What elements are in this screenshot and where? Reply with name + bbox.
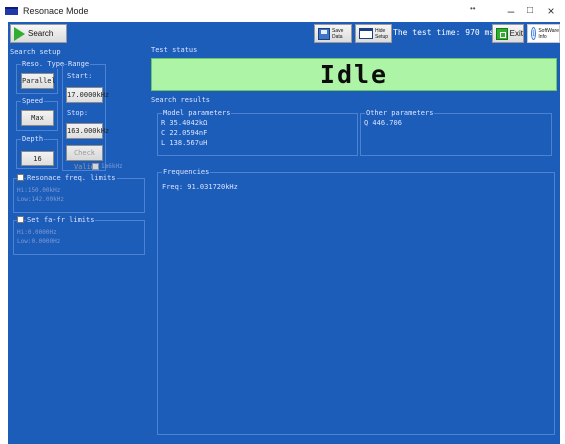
save-label-2: Data <box>332 33 343 40</box>
sub-checkbox[interactable] <box>92 163 99 170</box>
fafr-limits-hi: Hi:0.0000Hz <box>17 229 57 236</box>
test-time-label: The test time: 970 ms <box>393 28 495 37</box>
fafr-limits-label: Set fa-fr limits <box>26 215 96 225</box>
main-panel: Search setup Reso. Type Parallel Range S… <box>8 45 560 444</box>
range-title: Range <box>67 59 91 69</box>
reso-limits-checkbox[interactable] <box>17 174 24 181</box>
start-input[interactable]: 17.0000kHz <box>66 87 109 103</box>
toolbar: Search Save Data Hide Setup The test time:… <box>8 22 560 45</box>
fafr-limits-group: Set fa-fr limits Hi:0.0000Hz Low:0.0000H… <box>13 215 145 255</box>
info-icon: i <box>531 27 537 40</box>
info-label-2: Info <box>538 33 547 40</box>
capacitance-value: C 22.0594nF <box>161 129 208 137</box>
search-button-label: Search <box>28 29 54 38</box>
save-icon <box>318 27 330 40</box>
model-parameters-group: Model parameters R 35.4042kΩ C 22.0594nF… <box>157 108 358 156</box>
frequencies-group: Frequencies Freq: 91.031720kHz <box>157 167 555 435</box>
resistance-value: R 35.4042kΩ <box>161 119 208 127</box>
search-setup-title: Search setup <box>9 47 62 57</box>
play-icon <box>14 26 25 41</box>
q-value: Q 446.706 <box>364 119 402 127</box>
sub-checkbox-label: 1m6kHz <box>101 163 123 170</box>
depth-title: Depth <box>21 134 45 144</box>
software-info-button[interactable]: i SoftWare Info <box>527 24 560 43</box>
check-valid-button[interactable]: Check Valid <box>66 145 103 171</box>
stop-input[interactable]: 163.000kHz <box>66 123 109 139</box>
other-parameters-title: Other parameters <box>365 108 435 118</box>
reso-limits-low: Low:142.00kHz <box>17 196 64 203</box>
inductance-value: L 138.567uH <box>161 139 208 147</box>
depth-input[interactable]: 16 <box>21 151 54 166</box>
speed-group: Speed Max <box>16 96 58 131</box>
speed-title: Speed <box>21 96 45 106</box>
model-parameters-title: Model parameters <box>162 108 232 118</box>
status-display: Idle <box>151 58 557 91</box>
maximize-button[interactable]: □ <box>522 3 538 19</box>
hide-icon <box>359 28 373 39</box>
more-icon[interactable]: •• <box>470 4 476 13</box>
reso-limits-group: Resonace freq. limits Hi:150.00kHz Low:1… <box>13 173 145 213</box>
hide-label-2: Setup <box>375 33 389 40</box>
window-title: Resonace Mode <box>23 6 89 16</box>
reso-type-title: Reso. Type <box>21 59 66 69</box>
search-setup-group: Search setup Reso. Type Parallel Range S… <box>9 47 147 444</box>
reso-limits-label: Resonace freq. limits <box>26 173 117 183</box>
reso-type-group: Reso. Type Parallel <box>16 59 66 94</box>
minimize-button[interactable]: – <box>503 3 519 19</box>
reso-type-select[interactable]: Parallel <box>21 73 56 89</box>
app-icon <box>5 7 18 15</box>
search-button[interactable]: Search <box>10 24 67 43</box>
hide-setup-button[interactable]: Hide Setup <box>355 24 392 43</box>
fafr-limits-checkbox[interactable] <box>17 216 24 223</box>
range-group: Range Start: 17.0000kHz Stop: 163.000kHz… <box>62 59 109 171</box>
frequencies-title: Frequencies <box>162 167 211 177</box>
search-results-title: Search results <box>151 96 211 104</box>
start-label: Start: <box>67 72 93 80</box>
reso-limits-hi: Hi:150.00kHz <box>17 187 61 194</box>
close-button[interactable]: × <box>543 3 559 19</box>
frequency-value: Freq: 91.031720kHz <box>162 183 238 191</box>
fafr-limits-low: Low:0.0000Hz <box>17 238 61 245</box>
test-status-title: Test status <box>151 46 198 54</box>
exit-label: Exit <box>509 29 523 38</box>
stop-label: Stop: <box>67 109 89 117</box>
other-parameters-group: Other parameters Q 446.706 <box>360 108 552 156</box>
title-bar: Resonace Mode •• – □ × <box>0 0 565 22</box>
depth-group: Depth 16 <box>16 134 58 169</box>
exit-button[interactable]: Exit <box>492 24 524 43</box>
exit-icon <box>496 27 508 40</box>
save-data-button[interactable]: Save Data <box>314 24 352 43</box>
speed-select[interactable]: Max <box>21 110 54 126</box>
